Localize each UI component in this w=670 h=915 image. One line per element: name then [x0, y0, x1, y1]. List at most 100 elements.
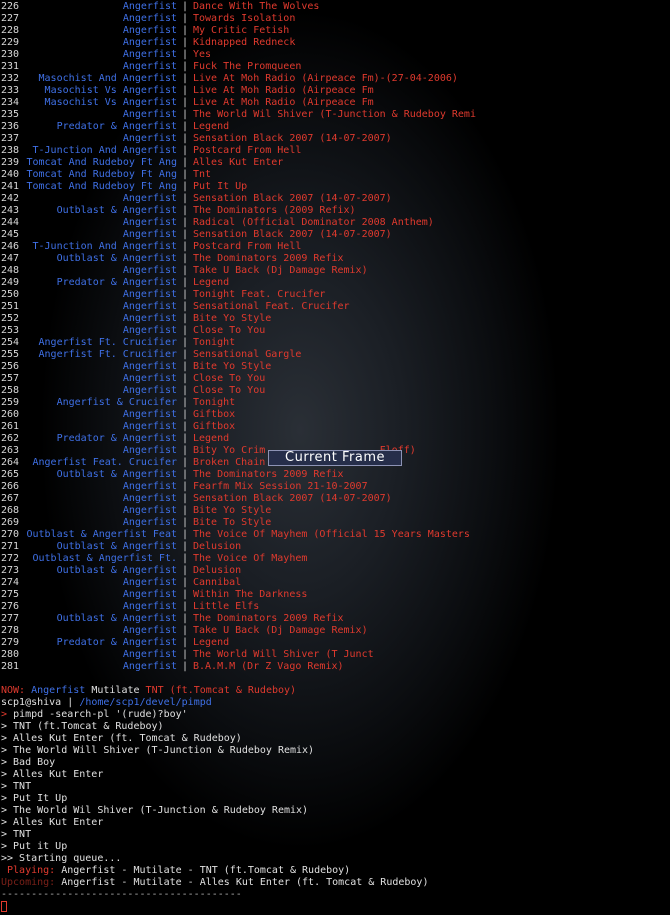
track-number: 243 — [1, 205, 20, 216]
track-artist: Angerfist — [122, 229, 177, 240]
track-number: 233 — [1, 85, 20, 96]
track-number: 239 — [1, 157, 20, 168]
column-separator: | — [181, 565, 189, 576]
column-separator: | — [181, 61, 189, 72]
column-separator: | — [181, 1, 189, 12]
track-number: 226 — [1, 1, 20, 12]
track-number: 236 — [1, 121, 20, 132]
track-artist: Angerfist — [122, 193, 177, 204]
input-line[interactable] — [1, 901, 670, 913]
column-separator: | — [181, 493, 189, 504]
column-separator: | — [181, 37, 189, 48]
playlist-row: 227 Angerfist | Towards Isolation — [1, 13, 670, 25]
track-title: Sensation Black 2007 (14-07-2007) — [193, 193, 392, 204]
track-artist: Angerfist — [122, 577, 177, 588]
playlist-row: 267 Angerfist | Sensation Black 2007 (14-07… — [1, 493, 670, 505]
column-separator: | — [181, 313, 189, 324]
track-title: Sensation Black 2007 (14-07-2007) — [193, 229, 392, 240]
now-album: Mutilate — [91, 685, 140, 696]
track-number: 261 — [1, 421, 20, 432]
queue-starting-text: >> Starting queue... — [1, 853, 122, 864]
column-separator: | — [181, 181, 189, 192]
track-title: The Dominators 2009 Refix — [193, 253, 344, 264]
track-number: 260 — [1, 409, 20, 420]
track-title: The World Will Shiver (T Junct — [193, 649, 374, 660]
column-separator: | — [181, 277, 189, 288]
track-artist: Angerfist & Crucifer — [56, 397, 177, 408]
playlist-row: 255 Angerfist Ft. Crucifier | Sensational G… — [1, 349, 670, 361]
track-title: The World Wil Shiver (T-Junction & Rudeb… — [193, 109, 476, 120]
track-title: Giftbox — [193, 421, 236, 432]
track-title: Postcard From Hell — [193, 145, 302, 156]
search-result-line: > Bad Boy — [1, 757, 56, 768]
now-artist: Angerfist — [31, 685, 86, 696]
track-title: Sensational Gargle — [193, 349, 302, 360]
playlist-row: 276 Angerfist | Little Elfs — [1, 601, 670, 613]
search-result-line: > TNT — [1, 781, 32, 792]
column-separator: | — [181, 517, 189, 528]
track-title: Fuck The Promqueen — [193, 61, 302, 72]
track-title: Delusion — [193, 565, 242, 576]
command-text: pimpd -search-pl '(rude)?boy' — [13, 709, 188, 720]
track-number: 254 — [1, 337, 20, 348]
column-separator: | — [181, 505, 189, 516]
track-artist: Angerfist Ft. Crucifier — [38, 337, 177, 348]
track-title: Close To You — [193, 385, 266, 396]
track-number: 274 — [1, 577, 20, 588]
track-number: 253 — [1, 325, 20, 336]
track-title: Close To You — [193, 325, 266, 336]
track-number: 268 — [1, 505, 20, 516]
column-separator: | — [181, 73, 189, 84]
playlist-row: 271 Outblast & Angerfist | Delusion — [1, 541, 670, 553]
track-number: 252 — [1, 313, 20, 324]
track-artist: Angerfist — [122, 49, 177, 60]
column-separator: | — [181, 217, 189, 228]
column-separator: | — [181, 49, 189, 60]
track-artist: Angerfist — [122, 385, 177, 396]
track-number: 276 — [1, 601, 20, 612]
column-separator: | — [181, 469, 189, 480]
track-title: Giftbox — [193, 409, 236, 420]
current-frame-tooltip: Current Frame — [268, 450, 402, 466]
track-artist: Angerfist — [122, 649, 177, 660]
rule-line: ---------------------------------------- — [1, 889, 670, 901]
track-artist: Outblast & Angerfist Feat — [26, 529, 177, 540]
track-number: 248 — [1, 265, 20, 276]
track-number: 241 — [1, 181, 20, 192]
search-result-line: > Alles Kut Enter (ft. Tomcat & Rudeboy) — [1, 733, 242, 744]
text-cursor[interactable] — [1, 901, 7, 912]
track-title: Bite Yo Style — [193, 313, 272, 324]
track-title: Little Elfs — [193, 601, 260, 612]
column-separator: | — [181, 265, 189, 276]
playlist-row: 256 Angerfist | Bite Yo Style — [1, 361, 670, 373]
playlist-row: 240 Tomcat And Rudeboy Ft Ang | Tnt — [1, 169, 670, 181]
track-title: Sensation Black 2007 (14-07-2007) — [193, 493, 392, 504]
track-title: My Critic Fetish — [193, 25, 290, 36]
track-artist: Angerfist — [122, 61, 177, 72]
track-title: Take U Back (Dj Damage Remix) — [193, 625, 368, 636]
upcoming-label: Upcoming: — [1, 877, 56, 888]
prompt-separator: | — [67, 697, 74, 708]
track-artist: Outblast & Angerfist — [56, 205, 177, 216]
playlist-row: 247 Outblast & Angerfist | The Dominators 2… — [1, 253, 670, 265]
track-artist: Masochist Vs Angerfist — [44, 97, 177, 108]
track-title: Tnt — [193, 169, 212, 180]
column-separator: | — [181, 109, 189, 120]
track-title: Tonight — [193, 397, 236, 408]
column-separator: | — [181, 589, 189, 600]
track-artist: Predator & Angerfist — [56, 637, 177, 648]
column-separator: | — [181, 85, 189, 96]
track-title: Legend — [193, 433, 230, 444]
track-number: 265 — [1, 469, 20, 480]
track-artist: Angerfist — [122, 301, 177, 312]
column-separator: | — [181, 457, 189, 468]
track-artist: Angerfist — [122, 1, 177, 12]
track-title: Take U Back (Dj Damage Remix) — [193, 265, 368, 276]
column-separator: | — [181, 613, 189, 624]
playlist-row: 279 Predator & Angerfist | Legend — [1, 637, 670, 649]
track-number: 232 — [1, 73, 20, 84]
column-separator: | — [181, 121, 189, 132]
column-separator: | — [181, 205, 189, 216]
track-number: 230 — [1, 49, 20, 60]
